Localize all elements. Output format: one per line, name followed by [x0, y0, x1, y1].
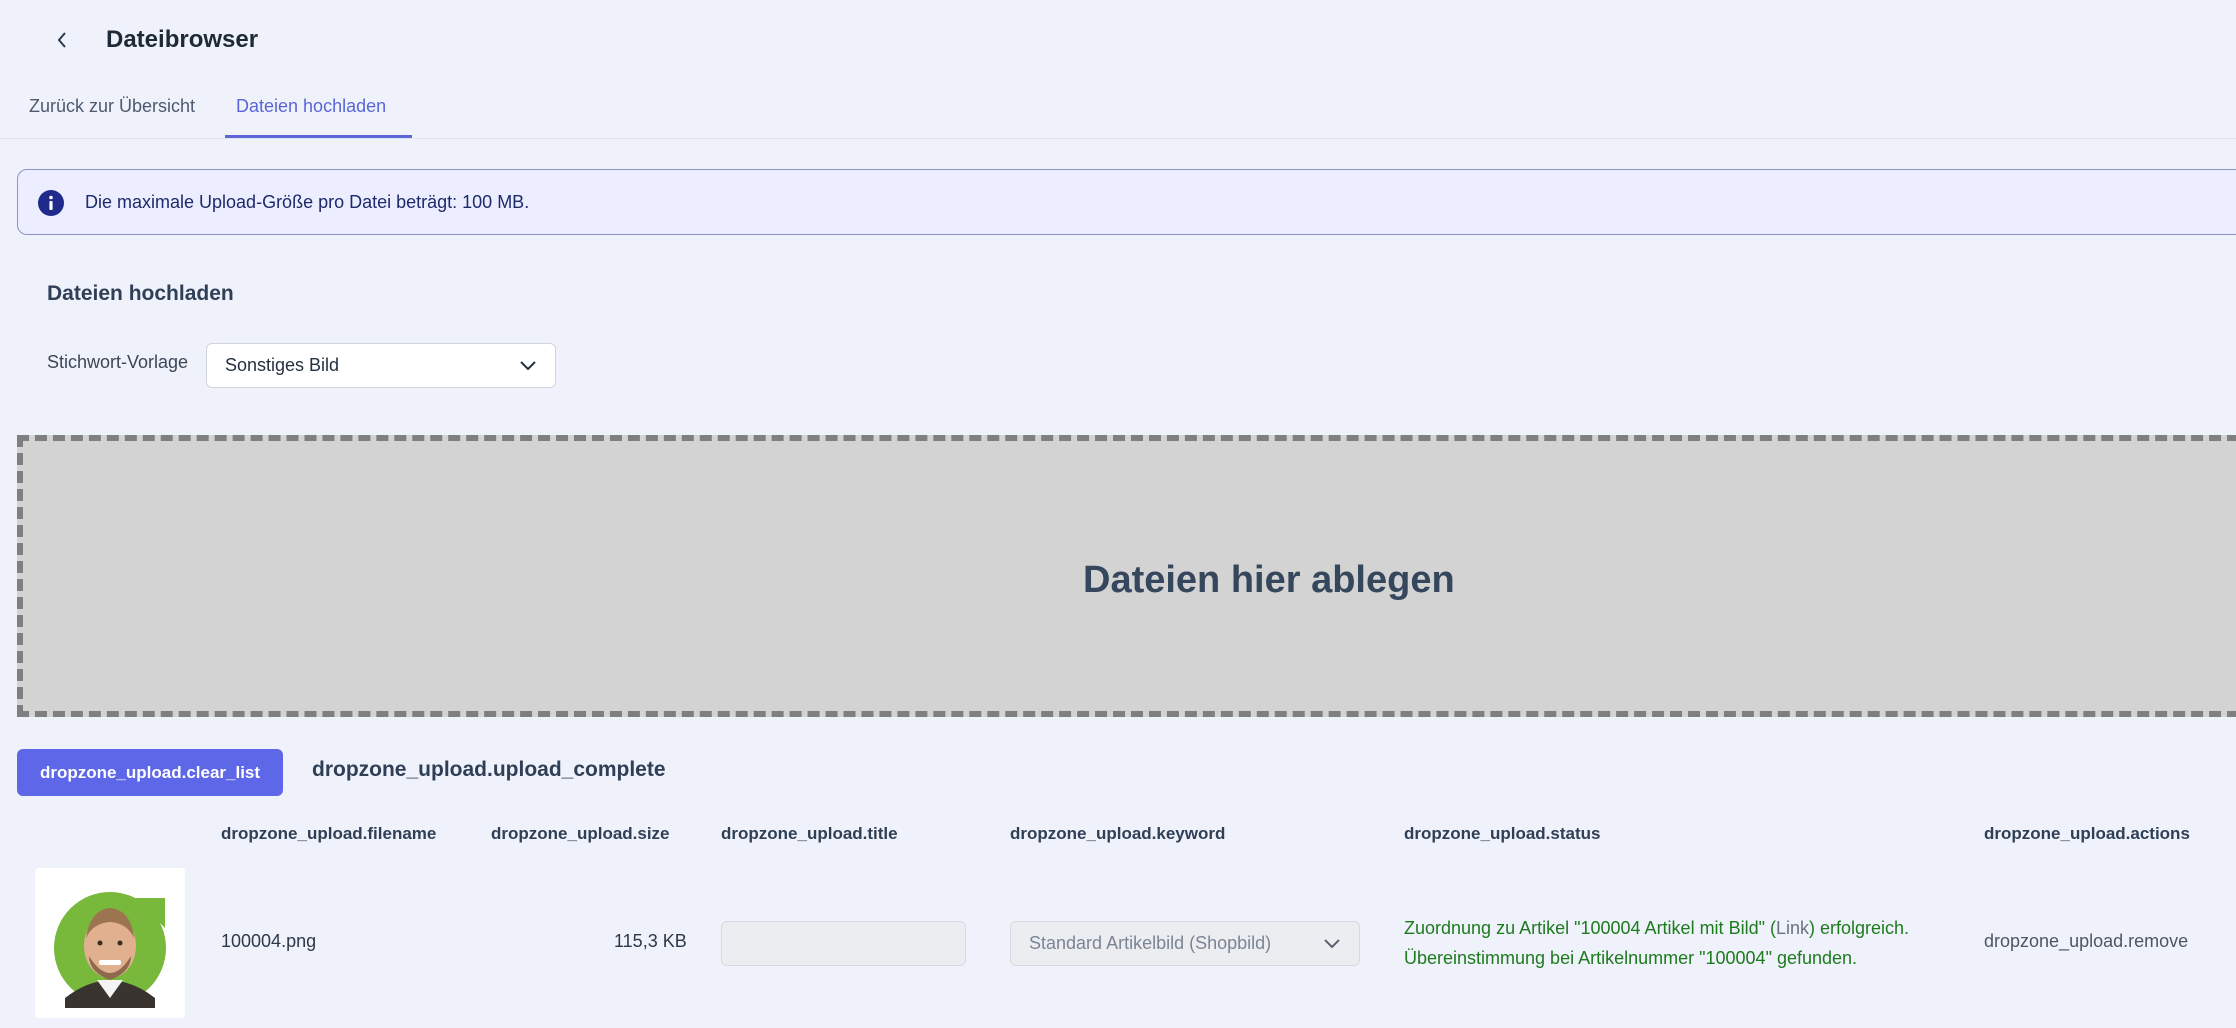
chevron-down-icon — [520, 361, 536, 371]
dropzone[interactable]: Dateien hier ablegen — [17, 435, 2236, 717]
file-name: 100004.png — [221, 931, 317, 951]
upload-complete-heading: dropzone_upload.upload_complete — [312, 758, 666, 781]
column-header-filename: dropzone_upload.filename — [221, 824, 437, 843]
page-title: Dateibrowser — [106, 26, 259, 53]
column-header-keyword: dropzone_upload.keyword — [1010, 824, 1226, 843]
chevron-down-icon — [1324, 939, 1340, 949]
file-keyword-value: Standard Artikelbild (Shopbild) — [1029, 933, 1272, 953]
tab-back-to-overview[interactable]: Zurück zur Übersicht — [18, 86, 206, 138]
file-thumbnail — [35, 868, 185, 1018]
column-header-size: dropzone_upload.size — [491, 824, 670, 843]
keyword-template-value: Sonstiges Bild — [225, 355, 340, 375]
clear-list-button[interactable]: dropzone_upload.clear_list — [17, 749, 283, 796]
file-size: 115,3 KB — [614, 931, 687, 951]
file-keyword-select[interactable]: Standard Artikelbild (Shopbild) — [1010, 921, 1360, 966]
remove-file-button[interactable]: dropzone_upload.remove — [1984, 931, 2188, 952]
keyword-template-select[interactable]: Sonstiges Bild — [206, 343, 556, 388]
tab-upload-files[interactable]: Dateien hochladen — [225, 86, 412, 138]
column-header-actions: dropzone_upload.actions — [1984, 824, 2190, 843]
tab-bar: Zurück zur Übersicht Dateien hochladen — [0, 86, 2236, 139]
article-link[interactable]: Link — [1776, 918, 1809, 938]
info-icon — [38, 190, 64, 216]
chevron-left-icon — [57, 32, 66, 48]
file-status: Zuordnung zu Artikel "100004 Artikel mit… — [1404, 913, 1909, 973]
column-header-title: dropzone_upload.title — [721, 824, 898, 843]
status-text-pre: Zuordnung zu Artikel "100004 Artikel mit… — [1404, 918, 1776, 938]
page: Dateibrowser Zurück zur Übersicht Dateie… — [0, 0, 2236, 1028]
status-text-post: ) erfolgreich. — [1809, 918, 1910, 938]
section-title: Dateien hochladen — [47, 282, 234, 305]
status-line-2: Übereinstimmung bei Artikelnummer "10000… — [1404, 948, 1858, 968]
back-button[interactable] — [46, 22, 78, 58]
dropzone-text: Dateien hier ablegen — [1083, 559, 1455, 601]
file-title-input[interactable] — [721, 921, 966, 966]
keyword-template-label: Stichwort-Vorlage — [47, 352, 189, 372]
person-photo-icon — [35, 868, 185, 1018]
info-banner: Die maximale Upload-Größe pro Datei betr… — [17, 169, 2236, 235]
info-text: Die maximale Upload-Größe pro Datei betr… — [85, 192, 530, 212]
column-header-status: dropzone_upload.status — [1404, 824, 1601, 843]
status-line-1: Zuordnung zu Artikel "100004 Artikel mit… — [1404, 913, 1909, 943]
